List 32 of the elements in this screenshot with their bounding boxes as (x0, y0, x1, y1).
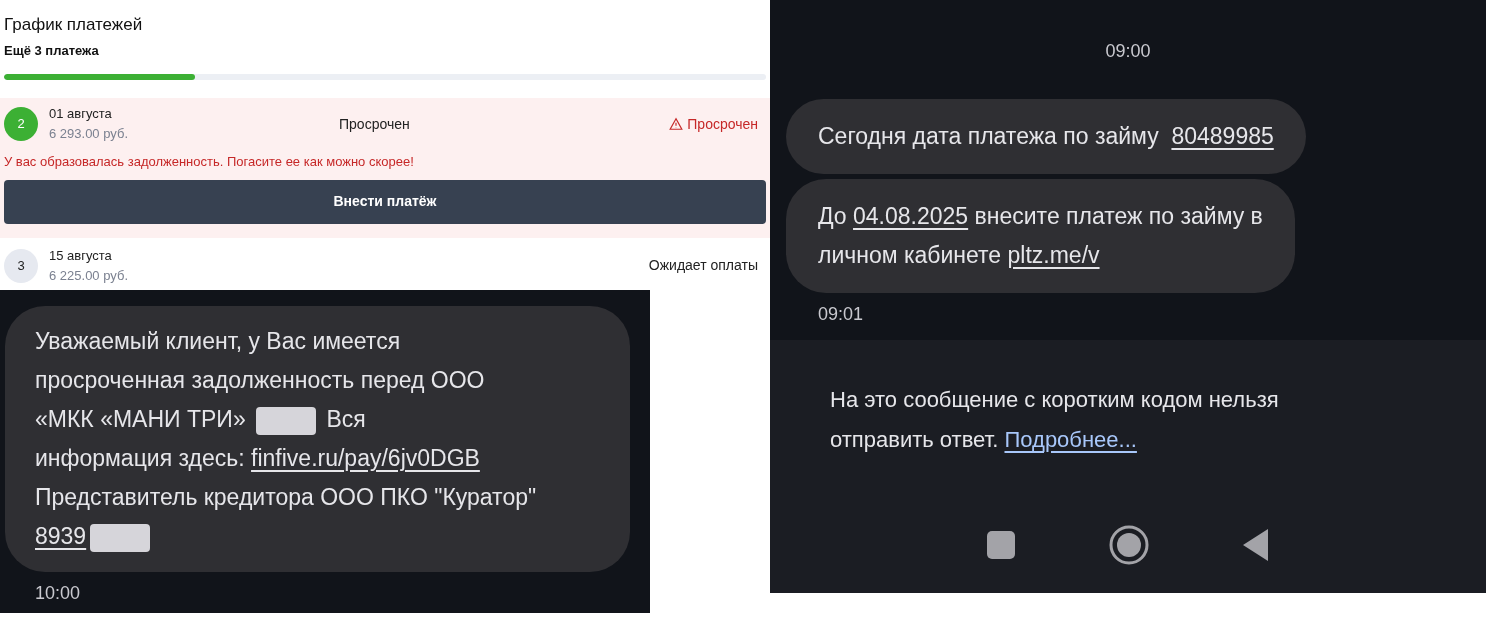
remaining-payments: Ещё 3 платежа (3, 41, 100, 60)
date-header-time: 09:00 (1105, 40, 1151, 63)
redaction-mark (256, 406, 317, 435)
payment-status: Ожидает оплаты (648, 256, 758, 275)
message-link[interactable]: 80489985 (1171, 123, 1274, 149)
payment-amount: 6 293.00 руб. (49, 125, 129, 143)
warning-icon (669, 117, 684, 131)
debt-warning: У вас образовалась задолженность. Погасите ее как можно скорее! (4, 153, 415, 171)
home-icon[interactable] (1109, 525, 1149, 565)
notice-text: На это сообщение с коротким кодом нельзя отправить ответ. Подробнее... (830, 386, 1280, 454)
message-text: До 04.08.2025 внесите платеж по займу в личном кабинете pltz.me/v (818, 202, 1263, 270)
message-link[interactable]: pltz.me/v (1007, 242, 1100, 268)
more-link[interactable]: Подробнее... (1004, 427, 1137, 452)
square-icon[interactable] (986, 530, 1017, 560)
message-link[interactable]: finfive.ru/pay/6jv0DGB (251, 445, 480, 471)
back-icon[interactable] (1241, 528, 1270, 562)
schedule-title: График платежей (3, 14, 144, 36)
message-link[interactable]: 04.08.2025 (853, 203, 969, 229)
payment-number: 3 (4, 248, 38, 283)
payment-amount: 6 225.00 руб. (49, 266, 129, 285)
payment-date: 15 августа (49, 246, 113, 265)
message-text: Сегодня дата платежа по займу 80489985 (818, 122, 1274, 151)
message-link[interactable]: 8939 (35, 523, 87, 549)
message-time: 09:01 (818, 303, 865, 326)
overdue-label: Просрочен (687, 114, 758, 134)
pay-button[interactable]: Внести платёж (4, 179, 766, 224)
message-text: Уважаемый клиент, у Вас имеется просроченная задолженность перед ООО «МКК «МАНИ ТРИ» Вся информация здесь: finfive.ru/pay/6jv0DGB Представитель кредитора ООО ПКО "Куратор" 8939 (35, 322, 620, 556)
payment-number: 2 (4, 107, 38, 141)
message-time: 10:00 (35, 582, 82, 605)
payment-date: 01 августа (49, 105, 113, 123)
redaction-mark (90, 523, 151, 552)
payment-status: Просрочен (339, 114, 411, 134)
